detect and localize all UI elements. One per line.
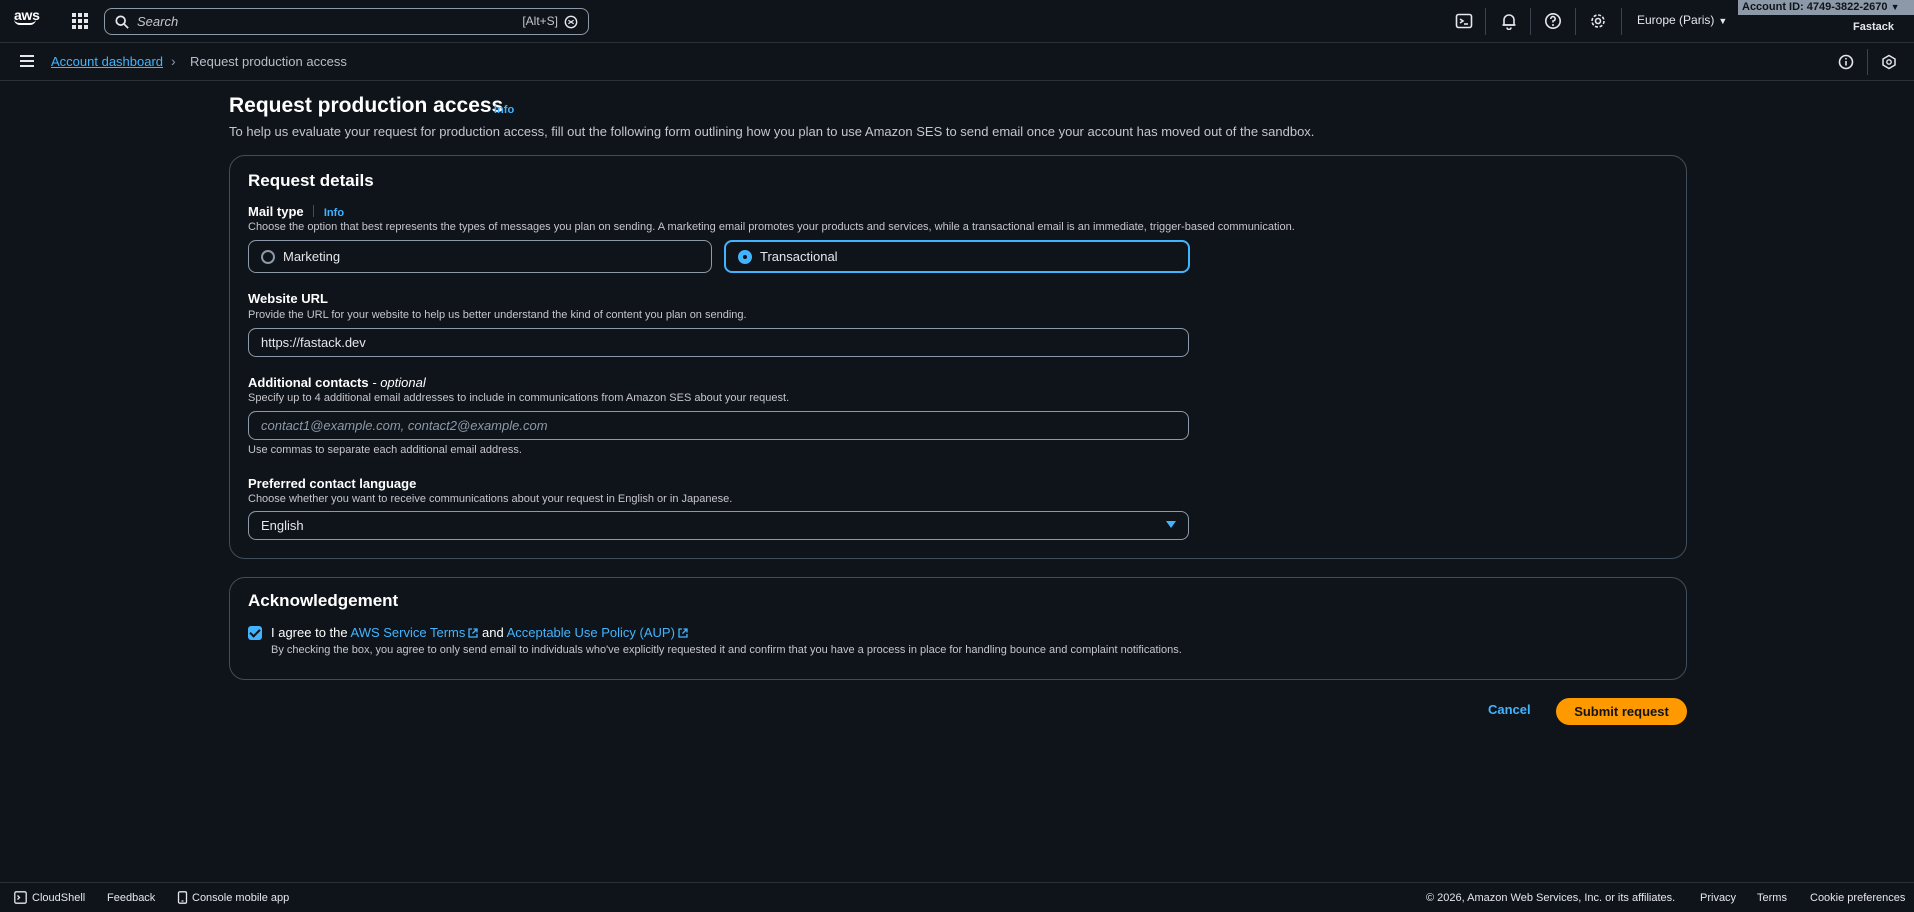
footer: CloudShell Feedback Console mobile app ©… xyxy=(0,882,1914,912)
acceptable-use-policy-text: Acceptable Use Policy (AUP) xyxy=(506,625,675,640)
search-shortcut: [Alt+S] xyxy=(522,14,558,28)
aws-logo-text: aws xyxy=(14,7,40,23)
additional-contacts-input[interactable] xyxy=(248,411,1189,440)
additional-contacts-label: Additional contacts - optional xyxy=(248,375,426,390)
website-url-input[interactable] xyxy=(248,328,1189,357)
caret-down-icon: ▼ xyxy=(1718,16,1728,26)
footer-feedback[interactable]: Feedback xyxy=(107,892,155,904)
aws-logo[interactable]: aws xyxy=(14,8,42,34)
mail-type-description: Choose the option that best represents t… xyxy=(248,221,1295,233)
mail-type-option-marketing[interactable]: Marketing xyxy=(248,240,712,273)
acknowledgement-panel: Acknowledgement I agree to the AWS Servi… xyxy=(229,577,1687,680)
aws-service-terms-text: AWS Service Terms xyxy=(350,625,466,640)
footer-copyright: © 2026, Amazon Web Services, Inc. or its… xyxy=(1426,892,1676,904)
mobile-phone-icon xyxy=(177,891,188,904)
search-icon xyxy=(115,14,129,29)
top-navigation: aws [Alt+S] Europe (Paris)▼ Account ID: … xyxy=(0,0,1914,43)
info-circle-icon[interactable] xyxy=(1838,54,1854,70)
settings-gear-icon[interactable] xyxy=(1589,12,1607,30)
account-user-name[interactable]: Fastack xyxy=(1853,21,1894,33)
mail-type-info-link[interactable]: Info xyxy=(324,207,344,219)
website-url-label: Website URL xyxy=(248,291,328,306)
acceptable-use-policy-link[interactable]: Acceptable Use Policy (AUP) xyxy=(507,625,688,640)
radio-button[interactable] xyxy=(738,249,752,264)
agree-label: I agree to the AWS Service Terms and Acc… xyxy=(271,625,688,640)
agree-text-prefix: I agree to the xyxy=(271,625,351,640)
footer-terms[interactable]: Terms xyxy=(1757,892,1787,904)
agree-checkbox[interactable] xyxy=(248,626,262,640)
footer-console-mobile-app[interactable]: Console mobile app xyxy=(192,892,289,904)
caret-down-icon: ▼ xyxy=(1890,2,1900,12)
services-menu-icon[interactable] xyxy=(72,13,88,29)
additional-contacts-description: Specify up to 4 additional email address… xyxy=(248,392,790,404)
breadcrumb-bar: Account dashboard › Request production a… xyxy=(0,43,1914,81)
breadcrumb-account-dashboard[interactable]: Account dashboard xyxy=(51,54,163,69)
submit-request-button[interactable]: Submit request xyxy=(1556,698,1687,725)
nav-divider xyxy=(1485,8,1486,35)
notifications-bell-icon[interactable] xyxy=(1500,12,1518,30)
amazon-q-icon[interactable] xyxy=(564,15,578,29)
help-icon[interactable] xyxy=(1544,12,1562,30)
aws-service-terms-link[interactable]: AWS Service Terms xyxy=(351,625,479,640)
divider xyxy=(313,205,315,217)
region-label: Europe (Paris) xyxy=(1637,13,1715,27)
mail-type-label: Mail type Info xyxy=(248,204,344,219)
external-link-icon xyxy=(468,628,479,638)
nav-divider xyxy=(1575,8,1576,35)
radio-button[interactable] xyxy=(261,249,275,264)
agree-text-mid: and xyxy=(478,625,507,640)
contact-language-value: English xyxy=(261,518,304,533)
additional-contacts-label-text: Additional contacts xyxy=(248,375,369,390)
region-selector[interactable]: Europe (Paris) ▼ xyxy=(1637,13,1727,27)
page-title: Request production access xyxy=(229,94,504,117)
nav-divider xyxy=(1621,8,1622,35)
contact-language-select[interactable]: English xyxy=(248,511,1189,540)
cloudshell-icon[interactable] xyxy=(1455,12,1473,30)
footer-cookie-preferences[interactable]: Cookie preferences xyxy=(1810,892,1905,904)
chevron-right-icon: › xyxy=(171,53,176,69)
page-description: To help us evaluate your request for pro… xyxy=(229,124,1315,139)
marketing-label: Marketing xyxy=(283,249,341,264)
agree-description: By checking the box, you agree to only s… xyxy=(271,644,1182,656)
website-url-description: Provide the URL for your website to help… xyxy=(248,309,747,321)
nav-divider xyxy=(1530,8,1531,35)
footer-privacy[interactable]: Privacy xyxy=(1700,892,1736,904)
footer-cloudshell[interactable]: CloudShell xyxy=(32,892,85,904)
menu-hamburger-icon[interactable] xyxy=(20,55,34,67)
contact-language-description: Choose whether you want to receive commu… xyxy=(248,493,733,505)
contact-language-label: Preferred contact language xyxy=(248,476,417,491)
search-bar[interactable]: [Alt+S] xyxy=(104,8,589,35)
account-id: Account ID: 4749-3822-2670 xyxy=(1742,1,1888,13)
acknowledgement-title: Acknowledgement xyxy=(248,591,399,610)
optional-tag: - optional xyxy=(372,375,426,390)
account-menu[interactable]: Account ID: 4749-3822-2670 ▼ xyxy=(1738,0,1914,15)
mail-type-label-text: Mail type xyxy=(248,204,304,219)
transactional-label: Transactional xyxy=(760,249,838,264)
external-link-icon xyxy=(678,628,688,638)
request-details-panel: Request details Mail type Info Choose th… xyxy=(229,155,1687,559)
search-input[interactable] xyxy=(137,14,497,29)
caret-down-icon xyxy=(1166,521,1176,528)
amazon-q-icon[interactable] xyxy=(1881,54,1897,70)
divider xyxy=(1867,49,1868,75)
additional-contacts-hint: Use commas to separate each additional e… xyxy=(248,444,522,456)
mail-type-option-transactional[interactable]: Transactional xyxy=(724,240,1190,273)
cloudshell-icon xyxy=(14,891,27,904)
cancel-button[interactable]: Cancel xyxy=(1488,702,1531,717)
breadcrumb-current: Request production access xyxy=(190,54,347,69)
request-details-title: Request details xyxy=(248,171,374,190)
page-info-link[interactable]: Info xyxy=(494,104,514,116)
